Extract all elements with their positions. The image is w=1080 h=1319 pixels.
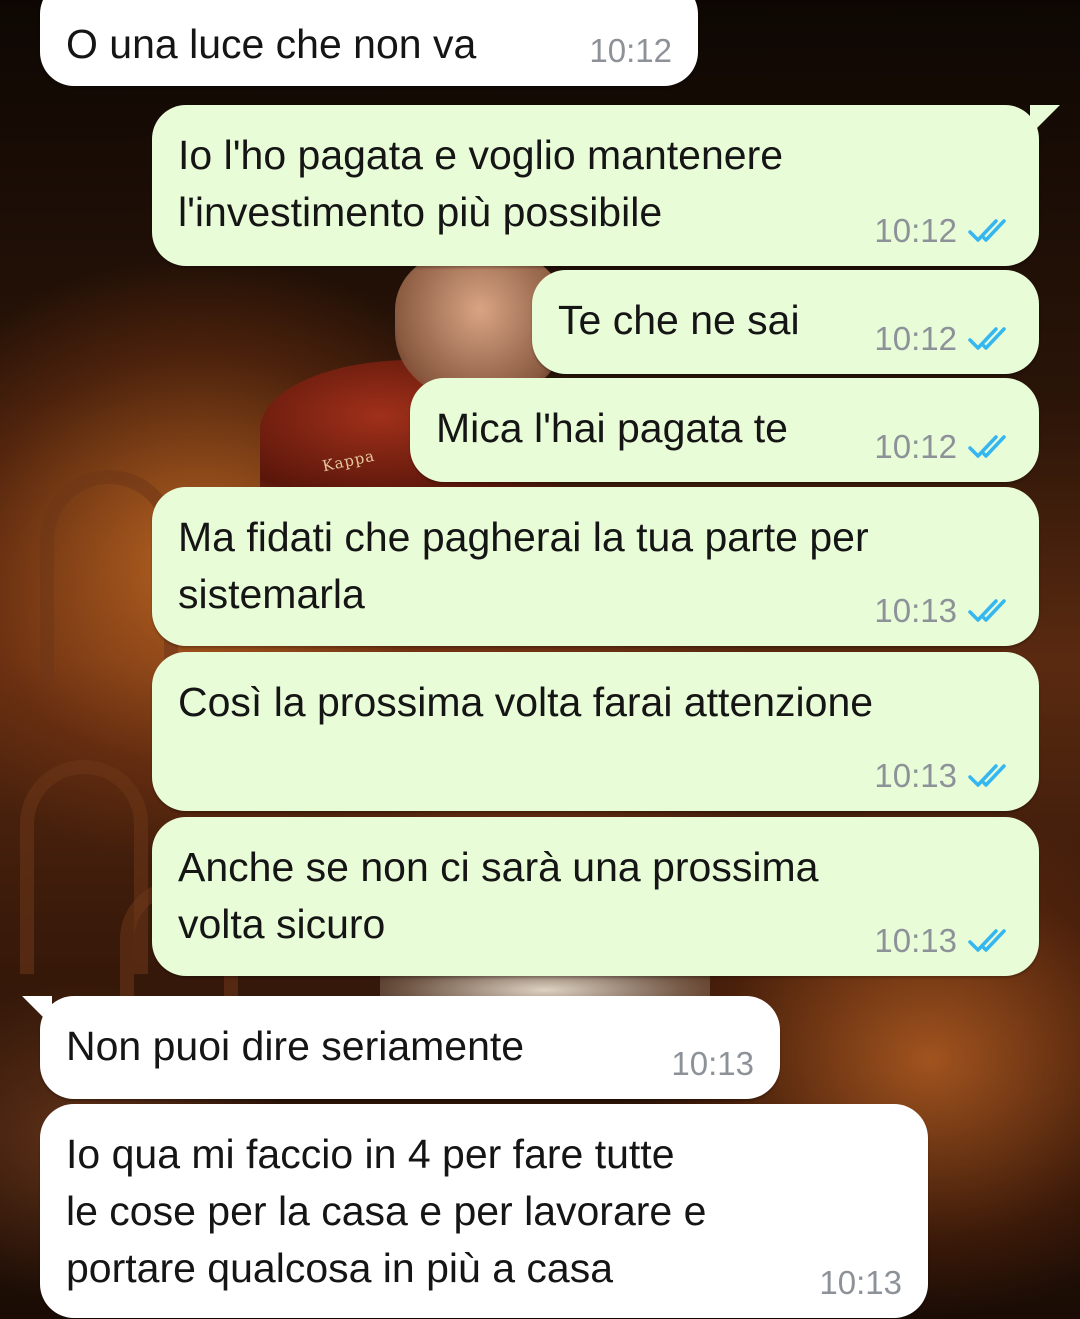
outgoing-message[interactable]: Io l'ho pagata e voglio mantenere l'inve…: [152, 105, 1039, 266]
message-meta: 10:13: [874, 592, 1013, 630]
double-check-icon: [968, 929, 1006, 952]
message-text: Io qua mi faccio in 4 per fare tutte le …: [66, 1131, 707, 1291]
message-meta: 10:13: [874, 757, 1013, 795]
outgoing-message[interactable]: Mica l'hai pagata te 10:12: [410, 378, 1039, 482]
message-time: 10:13: [671, 1045, 754, 1082]
incoming-message[interactable]: Non puoi dire seriamente 10:13: [40, 996, 780, 1099]
message-time: 10:13: [819, 1264, 902, 1301]
message-time: 10:12: [874, 212, 957, 249]
message-time: 10:13: [874, 757, 957, 794]
message-text: O una luce che non va: [66, 21, 477, 67]
message-time: 10:13: [874, 592, 957, 629]
outgoing-message[interactable]: Così la prossima volta farai attenzione …: [152, 652, 1039, 811]
message-meta: 10:12: [589, 32, 672, 70]
message-meta: 10:12: [874, 212, 1013, 250]
outgoing-message[interactable]: Ma fidati che pagherai la tua parte per …: [152, 487, 1039, 646]
double-check-icon: [968, 219, 1006, 242]
message-meta: 10:13: [874, 922, 1013, 960]
message-meta: 10:13: [819, 1264, 902, 1302]
outgoing-message[interactable]: Te che ne sai 10:12: [532, 270, 1039, 374]
message-time: 10:12: [589, 32, 672, 69]
message-time: 10:12: [874, 428, 957, 465]
message-time: 10:13: [874, 922, 957, 959]
message-meta: 10:13: [671, 1045, 754, 1083]
message-time: 10:12: [874, 320, 957, 357]
message-meta: 10:12: [874, 320, 1013, 358]
outgoing-message[interactable]: Anche se non ci sarà una prossima volta …: [152, 817, 1039, 976]
message-meta: 10:12: [874, 428, 1013, 466]
incoming-message[interactable]: O una luce che non va 10:12: [40, 0, 698, 86]
message-text: Così la prossima volta farai attenzione: [178, 679, 874, 725]
double-check-icon: [968, 435, 1006, 458]
incoming-message[interactable]: Io qua mi faccio in 4 per fare tutte le …: [40, 1104, 928, 1318]
double-check-icon: [968, 327, 1006, 350]
double-check-icon: [968, 764, 1006, 787]
message-text: Non puoi dire seriamente: [66, 1023, 525, 1069]
double-check-icon: [968, 599, 1006, 622]
